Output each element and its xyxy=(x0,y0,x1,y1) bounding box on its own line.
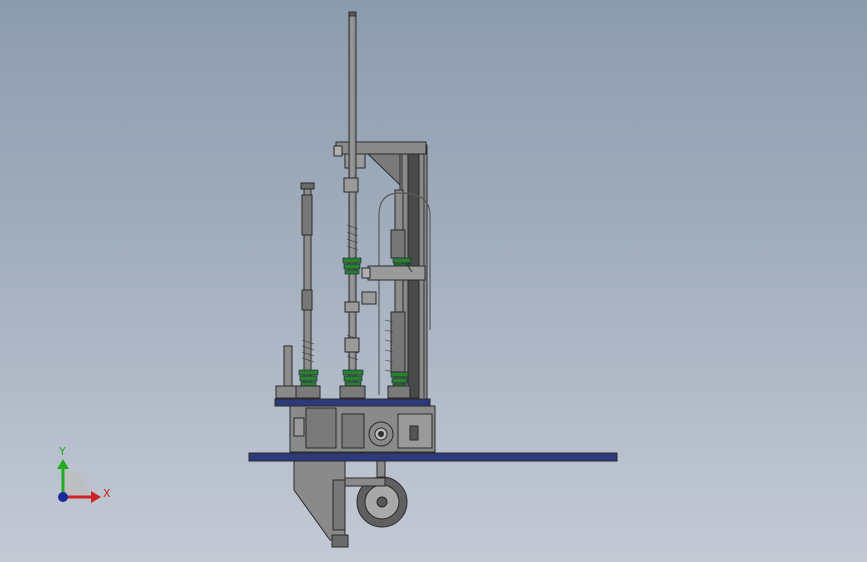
y-axis-label: Y xyxy=(58,445,66,458)
clamp-block-1 xyxy=(361,291,377,305)
clamp-block-3 xyxy=(344,337,360,353)
z-axis-dot xyxy=(58,492,68,502)
machine-model[interactable] xyxy=(248,11,618,548)
base-plate xyxy=(248,452,618,462)
x-axis-label: X xyxy=(103,487,111,500)
upper-plate xyxy=(274,398,431,407)
top-bracket-gusset xyxy=(366,153,401,187)
middle-bracket xyxy=(367,265,426,281)
coordinate-triad: Y X xyxy=(57,445,111,503)
triad-arc xyxy=(63,470,90,497)
clamp-block-2 xyxy=(344,301,360,313)
y-axis-arrow xyxy=(57,459,69,469)
cad-viewport[interactable]: Y X xyxy=(0,0,867,562)
x-axis-arrow xyxy=(91,491,101,503)
